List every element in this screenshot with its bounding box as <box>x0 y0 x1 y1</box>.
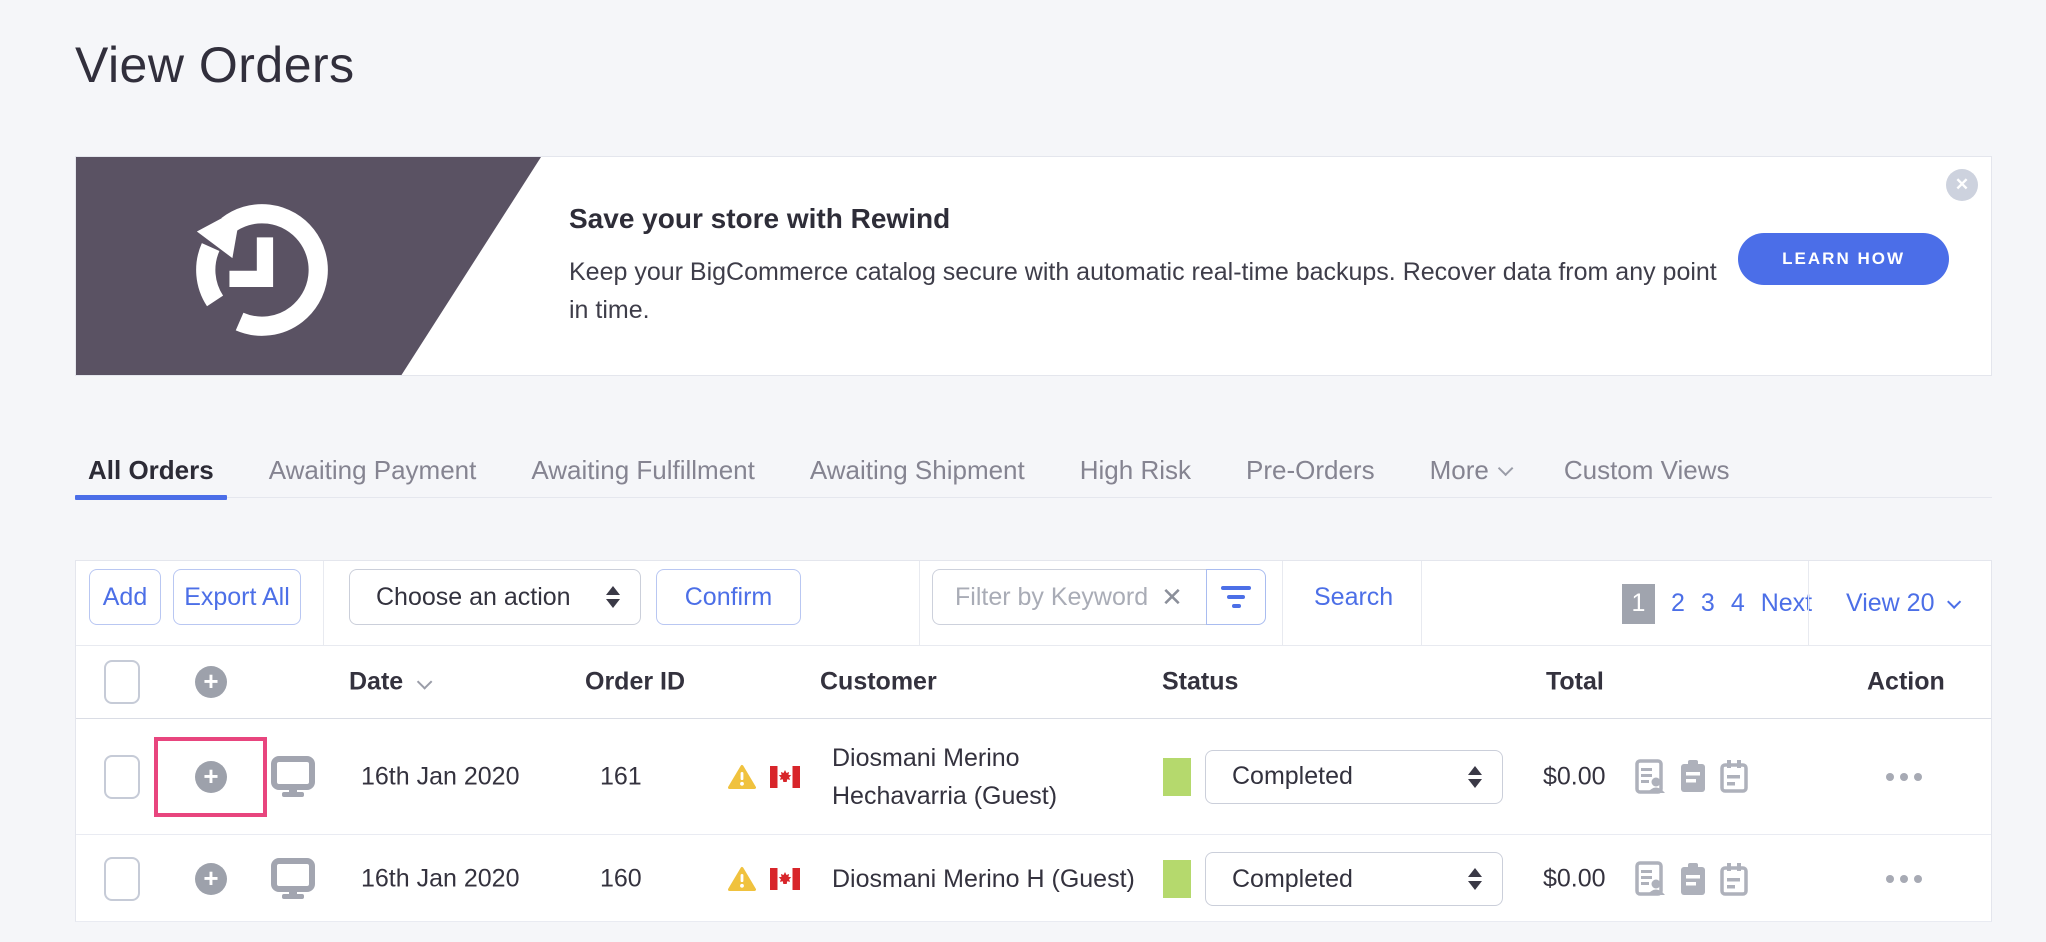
status-color-badge <box>1163 860 1191 898</box>
column-header-total: Total <box>1546 667 1604 696</box>
order-status-select[interactable]: Completed <box>1205 852 1503 906</box>
column-header-customer: Customer <box>820 667 937 696</box>
rewind-promo-banner: Save your store with Rewind Keep your Bi… <box>75 156 1992 376</box>
row-more-actions-icon[interactable] <box>1886 772 1922 781</box>
order-total: $0.00 <box>1543 762 1606 790</box>
pagination-page-2[interactable]: 2 <box>1671 589 1685 618</box>
learn-how-button[interactable]: LEARN HOW <box>1738 233 1949 285</box>
tab-all-orders[interactable]: All Orders <box>75 443 227 500</box>
page-title: View Orders <box>75 37 355 93</box>
shipments-calendar-icon[interactable] <box>1720 862 1748 896</box>
order-source-monitor-icon <box>271 755 315 797</box>
table-header-row: + Date Order ID Customer Status Total Ac… <box>76 646 1991 719</box>
toolbar-divider <box>1808 561 1809 646</box>
row-more-actions-icon[interactable] <box>1886 875 1922 883</box>
chevron-down-icon <box>1946 594 1961 609</box>
add-button[interactable]: Add <box>89 569 161 625</box>
tab-awaiting-fulfillment[interactable]: Awaiting Fulfillment <box>518 443 768 497</box>
banner-close-icon[interactable]: ✕ <box>1946 169 1978 201</box>
expand-row-icon[interactable]: + <box>195 760 227 793</box>
order-date: 16th Jan 2020 <box>361 762 520 790</box>
tab-high-risk[interactable]: High Risk <box>1067 443 1204 497</box>
search-link[interactable]: Search <box>1314 583 1393 612</box>
pagination-current-page: 1 <box>1622 583 1655 624</box>
tab-awaiting-payment[interactable]: Awaiting Payment <box>256 443 490 497</box>
orders-toolbar: Add Export All Choose an action Confirm … <box>76 561 1991 646</box>
warning-icon[interactable] <box>728 764 756 789</box>
column-header-date[interactable]: Date <box>349 668 433 697</box>
order-notes-icon[interactable] <box>1679 759 1707 794</box>
confirm-button[interactable]: Confirm <box>656 569 801 625</box>
print-invoice-icon[interactable] <box>1634 861 1666 897</box>
order-view-tabs: All Orders Awaiting Payment Awaiting Ful… <box>75 443 1992 500</box>
pagination-next[interactable]: Next <box>1761 589 1812 618</box>
warning-icon[interactable] <box>728 867 756 892</box>
chevron-down-icon <box>1497 460 1514 476</box>
sort-chevron-icon <box>417 674 433 690</box>
print-invoice-icon[interactable] <box>1634 758 1666 795</box>
order-id: 161 <box>600 762 642 790</box>
row-select-checkbox[interactable] <box>104 857 140 901</box>
toolbar-divider <box>919 561 920 646</box>
rewind-brand-panel <box>76 157 541 375</box>
toolbar-divider <box>323 561 324 646</box>
rewind-logo-icon <box>196 204 328 336</box>
table-row: + 16th Jan 2020 160 Diosmani Merino H (G… <box>76 835 1991 923</box>
select-all-checkbox[interactable] <box>104 660 140 704</box>
filter-lines-icon <box>1221 586 1251 608</box>
row-quick-actions <box>1634 758 1748 795</box>
pagination-page-4[interactable]: 4 <box>1731 589 1745 618</box>
banner-description: Keep your BigCommerce catalog secure wit… <box>569 258 1717 324</box>
tab-awaiting-shipment[interactable]: Awaiting Shipment <box>797 443 1038 497</box>
customer-name[interactable]: Diosmani Merino H (Guest) <box>832 860 1142 898</box>
select-arrows-icon <box>1468 765 1482 788</box>
tab-custom-views[interactable]: Custom Views <box>1551 443 1743 497</box>
expand-all-icon[interactable]: + <box>195 666 227 698</box>
tab-more[interactable]: More <box>1417 443 1522 497</box>
orders-table-card: Add Export All Choose an action Confirm … <box>75 560 1992 922</box>
expand-row-icon[interactable]: + <box>195 863 227 895</box>
canada-flag-icon <box>770 765 800 788</box>
select-arrows-icon <box>606 586 620 608</box>
pagination: 1 2 3 4 Next <box>1622 561 1812 646</box>
filter-options-button[interactable] <box>1206 569 1266 625</box>
toolbar-divider <box>1282 561 1283 646</box>
order-date: 16th Jan 2020 <box>361 864 520 893</box>
pagination-page-3[interactable]: 3 <box>1701 589 1715 618</box>
canada-flag-icon <box>770 868 800 890</box>
order-id: 160 <box>600 864 642 893</box>
view-orders-page: View Orders Save your store with Rewind … <box>0 0 2046 942</box>
column-header-action: Action <box>1867 667 1945 696</box>
banner-heading: Save your store with Rewind <box>569 203 951 234</box>
order-source-monitor-icon <box>271 858 315 899</box>
shipments-calendar-icon[interactable] <box>1720 760 1748 793</box>
order-total: $0.00 <box>1543 864 1606 893</box>
order-notes-icon[interactable] <box>1679 862 1707 897</box>
export-all-button[interactable]: Export All <box>173 569 301 625</box>
view-count-select[interactable]: View 20 <box>1846 561 1961 646</box>
column-header-status: Status <box>1162 667 1239 696</box>
row-quick-actions <box>1634 861 1748 897</box>
status-color-badge <box>1163 757 1191 796</box>
bulk-action-select[interactable]: Choose an action <box>349 569 641 625</box>
clear-filter-icon[interactable]: ✕ <box>1158 583 1186 611</box>
tab-pre-orders[interactable]: Pre-Orders <box>1233 443 1388 497</box>
row-select-checkbox[interactable] <box>104 754 140 799</box>
column-header-order-id: Order ID <box>585 667 686 696</box>
toolbar-divider <box>1421 561 1422 646</box>
select-arrows-icon <box>1468 868 1482 890</box>
table-row: + 16th Jan 2020 161 Diosmani Merino Hech… <box>76 719 1991 835</box>
order-status-select[interactable]: Completed <box>1205 749 1503 804</box>
customer-name[interactable]: Diosmani Merino Hechavarria (Guest) <box>832 739 1142 815</box>
